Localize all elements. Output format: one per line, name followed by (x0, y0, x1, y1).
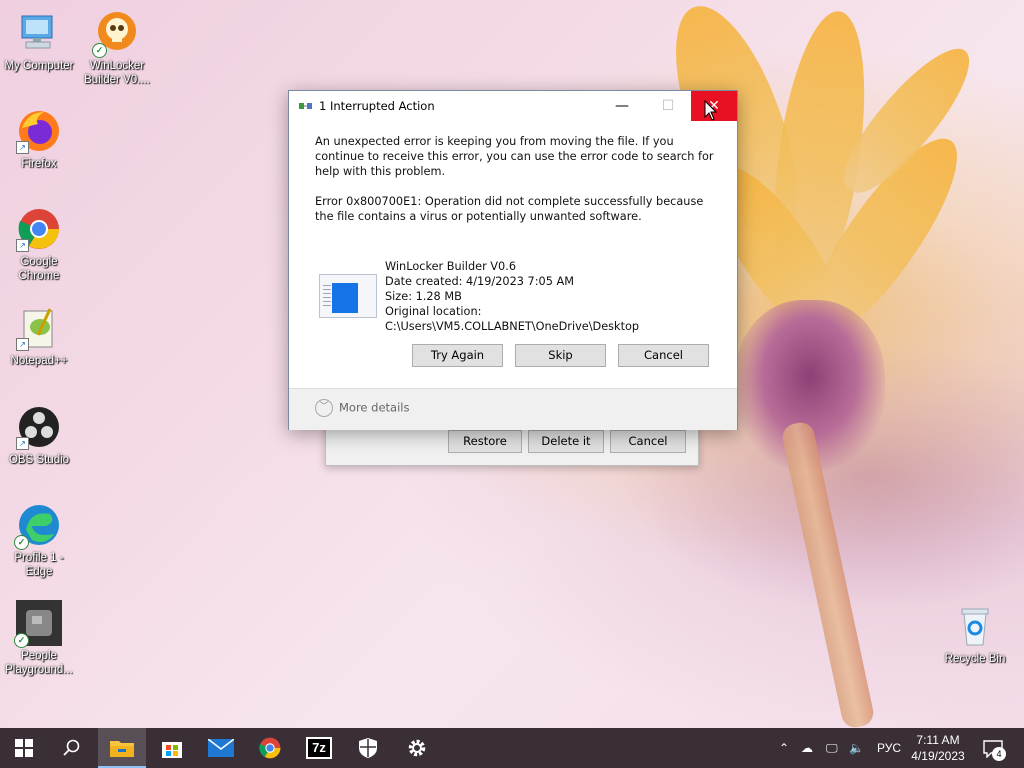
file-copy-icon (299, 103, 312, 109)
desktop-icon-notepadpp[interactable]: ↗ Notepad++ (0, 305, 78, 368)
people-playground-icon: ✓ (14, 600, 62, 648)
taskbar-security[interactable] (344, 728, 392, 768)
shortcut-arrow-icon: ↗ (16, 437, 29, 450)
file-location-label: Original location: (385, 305, 482, 318)
clock-date: 4/19/2023 (911, 749, 965, 763)
shortcut-arrow-icon: ↗ (16, 239, 29, 252)
dialog-titlebar[interactable]: 1 Interrupted Action — ☐ ✕ (289, 91, 737, 121)
settings-icon (408, 739, 426, 757)
error-message: An unexpected error is keeping you from … (315, 135, 714, 178)
7zip-icon: 7z (306, 737, 332, 759)
chrome-icon: ↗ (16, 206, 62, 252)
maximize-icon: ☐ (661, 98, 675, 114)
more-details-toggle[interactable]: ﹀ More details (315, 399, 409, 417)
error-code: Error 0x800700E1: Operation did not comp… (315, 195, 704, 223)
obs-icon: ↗ (16, 404, 62, 450)
mouse-cursor-icon (704, 100, 718, 121)
language-indicator[interactable]: РУС (877, 728, 901, 768)
desktop-icon-label: OBS Studio (8, 454, 70, 466)
taskbar-file-explorer[interactable] (98, 728, 146, 768)
desktop-icon-label: Recycle Bin (944, 653, 1006, 665)
file-explorer-icon (110, 741, 134, 757)
notepadpp-icon: ↗ (16, 305, 62, 351)
desktop-icon-label: Profile 1 - Edge (14, 552, 64, 578)
desktop-icon-label: People Playground... (5, 650, 73, 676)
file-name: WinLocker Builder V0.6 (385, 260, 517, 273)
clock[interactable]: 7:11 AM 4/19/2023 (900, 732, 976, 764)
delete-it-button[interactable]: Delete it (528, 430, 604, 453)
desktop-icon-label: Firefox (21, 158, 57, 170)
minimize-button[interactable]: — (599, 91, 645, 121)
file-date-created: Date created: 4/19/2023 7:05 AM (385, 275, 574, 288)
computer-icon (16, 10, 62, 56)
taskbar-settings[interactable] (393, 728, 441, 768)
chevron-up-icon: ⌃ (779, 741, 790, 755)
start-icon (15, 739, 33, 757)
file-info: WinLocker Builder V0.6 Date created: 4/1… (385, 259, 639, 334)
chrome-icon (259, 737, 281, 759)
taskbar: 7z ⌃ ☁ 🖵 🔈 РУС 7:11 AM 4/19/2023 4 (0, 728, 1024, 768)
desktop-icon-my-computer[interactable]: My Computer (0, 10, 78, 73)
chevron-down-icon: ﹀ (315, 399, 333, 417)
restore-button[interactable]: Restore (448, 430, 522, 453)
more-details-label: More details (339, 400, 410, 415)
taskbar-mail[interactable] (197, 728, 245, 768)
security-icon (359, 738, 377, 758)
minimize-icon: — (615, 98, 629, 114)
recycle-bin-icon (952, 603, 998, 649)
skip-button[interactable]: Skip (515, 344, 606, 367)
search-icon (63, 739, 80, 756)
notification-count-badge: 4 (992, 747, 1006, 761)
desktop-icon-label: My Computer (4, 60, 74, 72)
dialog-footer: ﹀ More details (289, 388, 737, 430)
shortcut-arrow-icon: ↗ (16, 141, 29, 154)
desktop-icon-people-playground[interactable]: ✓ People Playground... (0, 600, 78, 677)
desktop-icon-recycle-bin[interactable]: Recycle Bin (936, 603, 1014, 666)
interrupted-action-dialog: 1 Interrupted Action — ☐ ✕ An unexpected… (288, 90, 738, 430)
file-location: C:\Users\VM5.COLLABNET\OneDrive\Desktop (385, 320, 640, 333)
show-hidden-icons-button[interactable]: ⌃ (779, 728, 789, 768)
desktop-icon-winlocker[interactable]: ✓ WinLocker Builder V0.... (78, 10, 156, 87)
taskbar-chrome[interactable] (246, 728, 294, 768)
dialog-title: 1 Interrupted Action (319, 99, 435, 113)
mail-icon (207, 738, 235, 757)
volume-icon[interactable]: 🔈 (849, 728, 864, 768)
sync-check-icon: ✓ (92, 43, 107, 58)
taskbar-store[interactable] (148, 728, 196, 768)
network-icon[interactable]: 🖵 (826, 728, 838, 768)
taskbar-7zip[interactable]: 7z (295, 728, 343, 768)
file-size: Size: 1.28 MB (385, 290, 462, 303)
back-cancel-button[interactable]: Cancel (610, 430, 686, 453)
onedrive-icon[interactable]: ☁ (801, 728, 813, 768)
desktop-icon-label: Notepad++ (10, 355, 68, 367)
file-thumbnail-icon (319, 274, 377, 318)
firefox-icon: ↗ (16, 108, 62, 154)
skull-icon: ✓ (92, 10, 140, 58)
notifications-button[interactable]: 4 (983, 728, 1006, 768)
maximize-button: ☐ (645, 91, 691, 121)
clock-time: 7:11 AM (916, 733, 960, 747)
desktop-icon-obs[interactable]: ↗ OBS Studio (0, 404, 78, 467)
start-button[interactable] (0, 728, 48, 768)
sync-check-icon: ✓ (14, 535, 29, 550)
desktop-icon-chrome[interactable]: ↗ Google Chrome (0, 206, 78, 283)
cancel-button[interactable]: Cancel (618, 344, 709, 367)
edge-icon: ✓ (14, 502, 62, 550)
try-again-button[interactable]: Try Again (412, 344, 503, 367)
desktop-icon-edge[interactable]: ✓ Profile 1 - Edge (0, 502, 78, 579)
desktop-icon-label: WinLocker Builder V0.... (84, 60, 150, 86)
search-button[interactable] (48, 728, 96, 768)
shortcut-arrow-icon: ↗ (16, 338, 29, 351)
desktop-icon-label: Google Chrome (18, 256, 60, 282)
store-icon (162, 742, 182, 758)
sync-check-icon: ✓ (14, 633, 29, 648)
desktop-icon-firefox[interactable]: ↗ Firefox (0, 108, 78, 171)
